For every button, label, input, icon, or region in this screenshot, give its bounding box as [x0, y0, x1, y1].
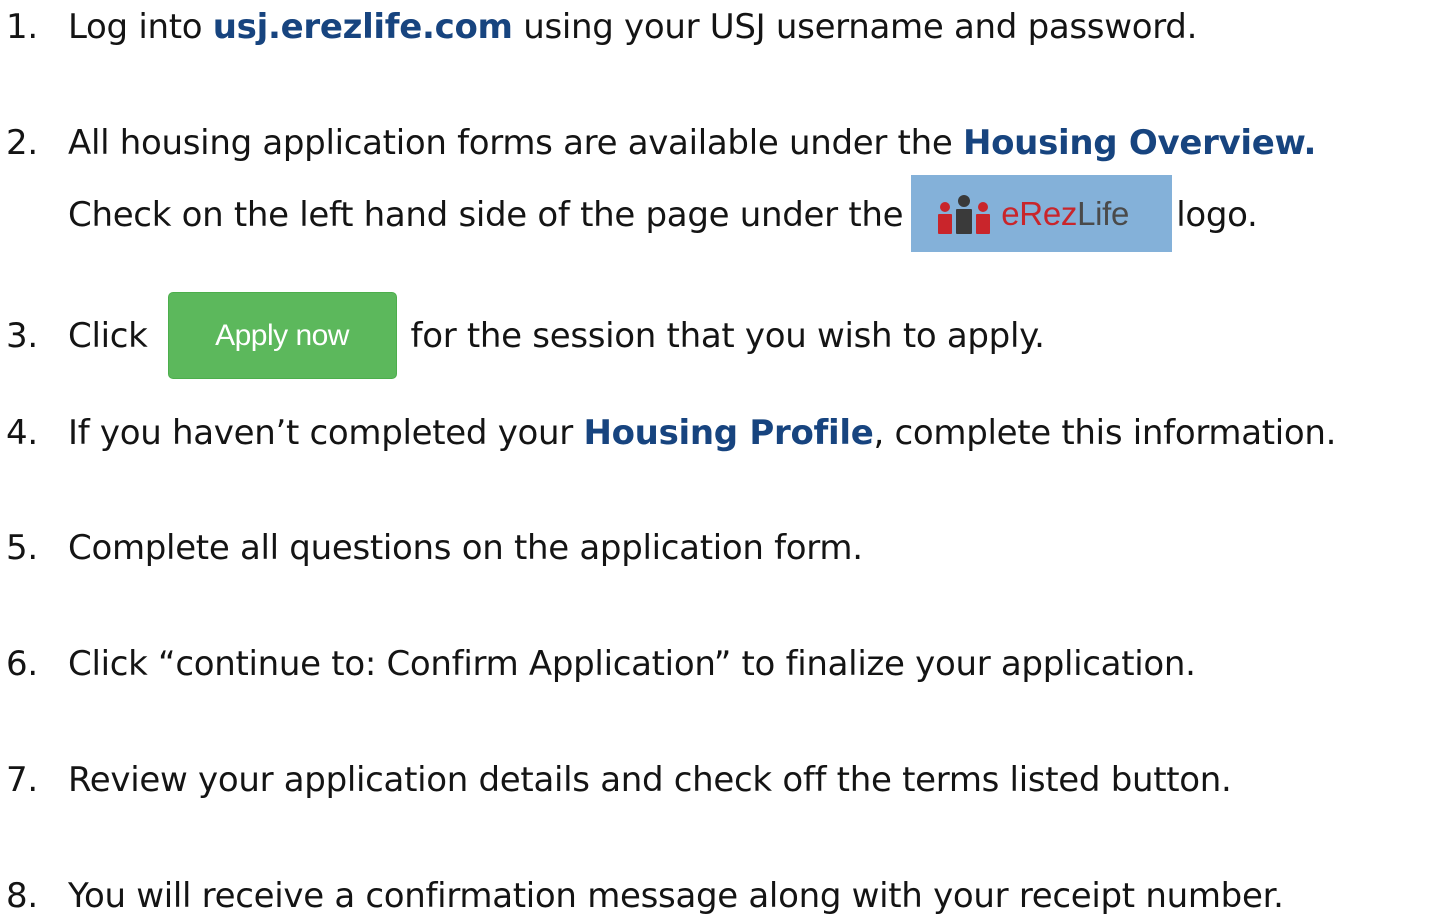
step-3: 3. Click Apply now for the session that you…: [0, 292, 1045, 381]
step-number: 1.: [6, 7, 38, 47]
erezlife-logo: eRezLife: [911, 175, 1173, 252]
housing-profile-link[interactable]: Housing Profile: [583, 413, 873, 453]
step-number: 6.: [6, 644, 38, 684]
step-8: 8. You will receive a confirmation messag…: [0, 873, 1284, 919]
step-text: Complete all questions on the applicatio…: [68, 528, 863, 568]
step-2: 2. All housing application forms are avai…: [0, 120, 1316, 166]
logo-text-e: e: [1001, 195, 1020, 232]
step-text: using your USJ username and password.: [512, 7, 1198, 47]
step-text: Click: [68, 316, 148, 356]
apply-now-button[interactable]: Apply now: [167, 292, 397, 379]
step-text: Check on the left hand side of the page …: [68, 195, 904, 235]
step-text: Click “continue to: Confirm Application”…: [68, 644, 1196, 684]
step-text: If you haven’t completed your: [68, 413, 584, 453]
step-number: 5.: [6, 528, 38, 568]
logo-text-rez: Rez: [1019, 195, 1078, 232]
logo-text-life: Life: [1077, 195, 1130, 232]
step-6: 6. Click “continue to: Confirm Applicatio…: [0, 641, 1196, 687]
step-text: All housing application forms are availa…: [68, 123, 963, 163]
step-5: 5. Complete all questions on the applicat…: [0, 525, 863, 571]
step-text: Log into: [68, 7, 213, 47]
step-number: 7.: [6, 760, 38, 800]
step-text: logo.: [1176, 195, 1258, 235]
people-icon: [938, 194, 991, 234]
step-7: 7. Review your application details and ch…: [0, 757, 1232, 803]
step-2-continued: Check on the left hand side of the page …: [0, 175, 1258, 255]
step-number: 4.: [6, 413, 38, 453]
step-text: , complete this information.: [873, 413, 1337, 453]
step-text: Review your application details and chec…: [68, 760, 1232, 800]
housing-overview-link[interactable]: Housing Overview.: [963, 123, 1316, 163]
step-4: 4. If you haven’t completed your Housing …: [0, 410, 1337, 456]
step-text: for the session that you wish to apply.: [410, 316, 1045, 356]
erezlife-link[interactable]: usj.erezlife.com: [213, 7, 513, 47]
step-number: 8.: [6, 876, 38, 916]
step-number: 2.: [6, 123, 38, 163]
step-1: 1. Log into usj.erezlife.com using your U…: [0, 4, 1197, 50]
step-number: 3.: [6, 316, 38, 356]
step-text: You will receive a confirmation message …: [68, 876, 1284, 916]
